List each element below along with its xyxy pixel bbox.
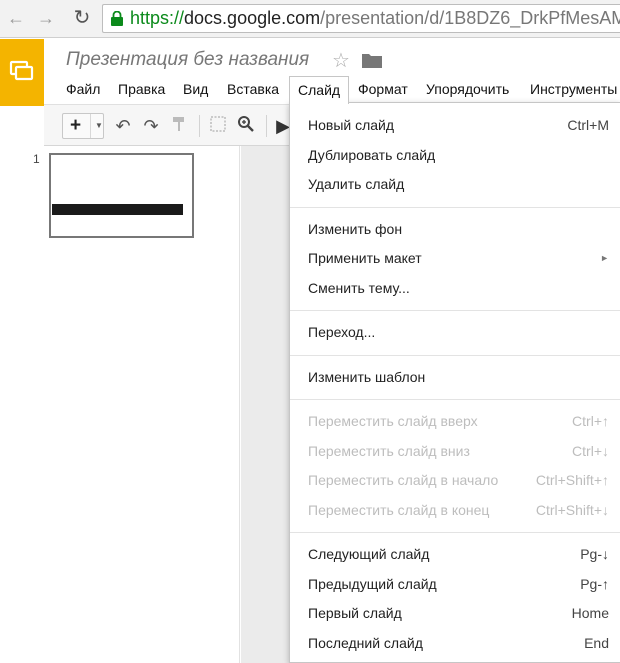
slide-thumbnail[interactable]: [49, 153, 194, 238]
new-slide-button[interactable]: + ▼: [62, 113, 104, 139]
menu-item-label: Новый слайд: [308, 117, 395, 133]
menu-item-shortcut: Ctrl+↓: [572, 442, 609, 459]
fit-icon[interactable]: [207, 115, 229, 137]
menu-insert[interactable]: Вставка: [219, 76, 287, 102]
menu-tools[interactable]: Инструменты: [522, 76, 620, 102]
menu-item-label: Переход...: [308, 324, 376, 340]
url-scheme: https://: [130, 8, 185, 28]
url-text: https://docs.google.com/presentation/d/1…: [130, 8, 620, 29]
address-bar[interactable]: https://docs.google.com/presentation/d/1…: [102, 4, 620, 33]
menu-item-label: Переместить слайд вверх: [308, 413, 478, 429]
slide-menu-item[interactable]: Переход...: [290, 318, 620, 347]
chevron-down-icon[interactable]: ▼: [90, 114, 103, 138]
slides-logo[interactable]: [0, 39, 44, 106]
slide-menu-item[interactable]: Сменить тему...: [290, 274, 620, 303]
menu-item-label: Дублировать слайд: [308, 146, 436, 163]
back-arrow-icon[interactable]: ←: [6, 8, 26, 28]
menu-item-shortcut: Ctrl+Shift+↓: [535, 501, 609, 518]
zoom-icon[interactable]: [235, 115, 257, 137]
toolbar-divider: [266, 115, 267, 137]
slide-menu-item[interactable]: Следующий слайд Pg-↓: [290, 540, 620, 569]
slides-logo-icon: [9, 60, 34, 81]
menu-item-label: Первый слайд: [308, 605, 402, 621]
menu-item-shortcut: Pg-↓: [580, 546, 609, 562]
menu-format[interactable]: Формат: [350, 76, 416, 102]
url-host: docs.google.com: [184, 8, 321, 28]
star-icon[interactable]: ☆: [332, 48, 350, 73]
menu-item-shortcut: Ctrl+Shift+↑: [535, 472, 609, 488]
slide-menu-item[interactable]: Предыдущий слайд Pg-↑: [290, 570, 620, 599]
menu-item-shortcut: Ctrl+M: [567, 117, 609, 133]
submenu-arrow-icon: ►: [600, 253, 609, 263]
menu-separator: [290, 399, 620, 400]
slide-menu-item[interactable]: Первый слайд Home: [290, 599, 620, 628]
menu-separator: [290, 206, 620, 208]
folder-icon[interactable]: [362, 53, 382, 68]
slide-menu-item[interactable]: Удалить слайд: [290, 170, 620, 199]
slide-menu-item[interactable]: Дублировать слайд: [290, 141, 620, 170]
url-path: /presentation/d/1B8DZ6_DrkPfMesAMp: [320, 8, 620, 28]
menu-item-label: Последний слайд: [308, 634, 423, 651]
paint-format-icon[interactable]: [168, 115, 190, 137]
slide-menu-item[interactable]: Новый слайд Ctrl+M: [290, 111, 620, 140]
slide-menu-dropdown: Новый слайд Ctrl+M Дублировать слайд Удалит…: [289, 102, 620, 663]
menu-item-label: Переместить слайд вниз: [308, 442, 470, 459]
menu-item-label: Сменить тему...: [308, 279, 410, 296]
menu-separator: [290, 310, 620, 311]
forward-arrow-icon[interactable]: →: [36, 8, 56, 28]
slide-menu-item[interactable]: Применить макет ►: [290, 244, 620, 273]
slide-menu-item[interactable]: Изменить шаблон: [290, 363, 620, 392]
menu-slide[interactable]: Слайд: [289, 76, 350, 104]
reload-icon[interactable]: ↻: [72, 8, 92, 28]
slide-menu-item[interactable]: Изменить фон: [290, 215, 620, 244]
slide-menu-item: Переместить слайд в конец Ctrl+Shift+↓: [290, 496, 620, 525]
plus-icon: +: [70, 115, 82, 136]
slide-menu-item: Переместить слайд вниз Ctrl+↓: [290, 437, 620, 466]
menu-item-label: Изменить фон: [308, 220, 403, 237]
slide-menu-item[interactable]: Последний слайд End: [290, 629, 620, 658]
menu-item-shortcut: End: [584, 634, 609, 651]
menu-view[interactable]: Вид: [175, 76, 216, 102]
slide-menu-item: Переместить слайд в начало Ctrl+Shift+↑: [290, 466, 620, 495]
menu-separator: [290, 354, 620, 356]
menu-item-label: Предыдущий слайд: [308, 575, 437, 592]
redo-icon[interactable]: ↷: [140, 115, 162, 137]
browser-toolbar: ← → ↻ https://docs.google.com/presentati…: [0, 0, 620, 38]
menu-item-shortcut: Ctrl+↑: [572, 413, 609, 429]
slide-number: 1: [33, 152, 40, 166]
undo-icon[interactable]: ↶: [112, 115, 134, 137]
menu-separator: [290, 532, 620, 533]
menu-item-shortcut: Home: [571, 605, 609, 621]
slide-menu-item: Переместить слайд вверх Ctrl+↑: [290, 407, 620, 436]
menu-item-shortcut: Pg-↑: [580, 575, 609, 592]
lock-icon: [111, 11, 123, 26]
menu-item-label: Переместить слайд в конец: [308, 501, 490, 518]
slide-title-placeholder: [52, 204, 183, 215]
menu-item-label: Следующий слайд: [308, 546, 430, 562]
menu-item-label: Изменить шаблон: [308, 368, 426, 385]
slide-filmstrip: 1: [0, 146, 240, 663]
menu-file[interactable]: Файл: [58, 76, 108, 102]
document-title[interactable]: Презентация без названия: [66, 49, 309, 71]
toolbar-divider: [199, 115, 200, 137]
menu-edit[interactable]: Правка: [110, 76, 173, 102]
menu-item-label: Удалить слайд: [308, 176, 405, 192]
menu-item-label: Переместить слайд в начало: [308, 472, 499, 488]
menu-item-label: Применить макет: [308, 250, 422, 266]
menu-arrange[interactable]: Упорядочить: [418, 76, 517, 102]
